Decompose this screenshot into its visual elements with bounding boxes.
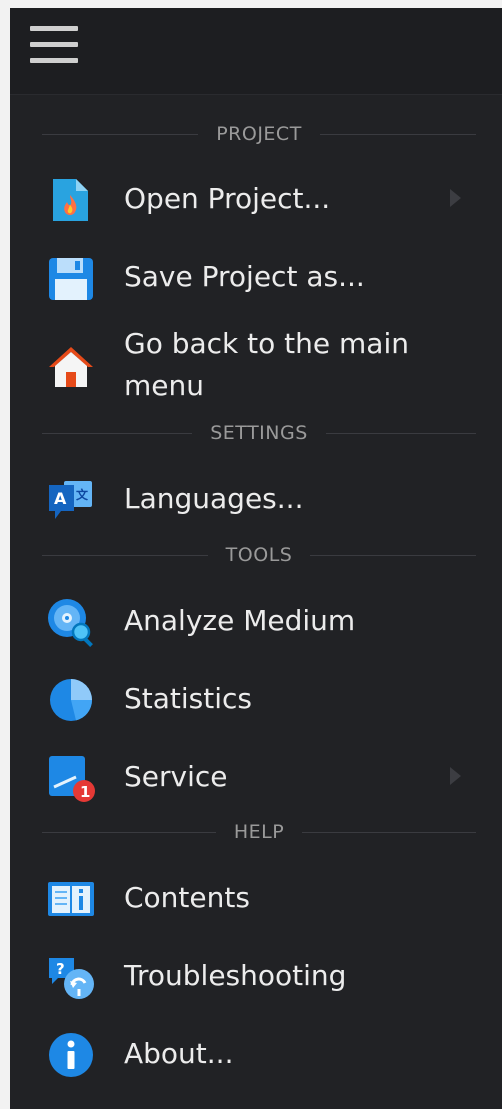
troubleshooting-item[interactable]: ? Troubleshooting [10, 940, 502, 1010]
statistics-label: Statistics [124, 681, 252, 715]
section-tools: TOOLS [42, 540, 477, 570]
statistics-item[interactable]: Statistics [10, 663, 502, 733]
service-notification-icon: 1 [49, 756, 95, 802]
divider [302, 831, 476, 833]
save-project-label: Save Project as... [124, 259, 365, 293]
section-title: PROJECT [216, 123, 302, 145]
disc-magnifier-icon [48, 599, 93, 647]
section-title: TOOLS [225, 544, 293, 566]
open-project-item[interactable]: Open Project... [10, 163, 502, 233]
question-bubbles-icon: ? [49, 958, 94, 999]
badge-count: 1 [80, 783, 90, 801]
hamburger-menu-icon[interactable] [30, 26, 78, 66]
section-title: SETTINGS [210, 422, 308, 444]
languages-item[interactable]: A 文 Languages... [10, 463, 502, 533]
pie-chart-icon [50, 679, 92, 721]
divider [310, 554, 477, 556]
main-menu-label: Go back to the main menu [124, 327, 409, 402]
analyze-medium-label: Analyze Medium [124, 603, 356, 637]
divider [42, 133, 199, 135]
side-menu: PROJECT Open Project... Save Project as.… [10, 8, 502, 1109]
info-icon [49, 1033, 93, 1077]
service-label: Service [124, 759, 228, 793]
divider [325, 432, 477, 434]
troubleshooting-label: Troubleshooting [124, 958, 347, 992]
main-menu-item[interactable]: Go back to the main menu [10, 319, 502, 411]
svg-text:文: 文 [76, 487, 89, 502]
menu-header [10, 8, 502, 95]
section-help: HELP [42, 817, 476, 847]
analyze-medium-item[interactable]: Analyze Medium [10, 585, 502, 655]
book-info-icon [48, 882, 94, 916]
contents-label: Contents [124, 880, 250, 914]
service-item[interactable]: 1 Service [10, 741, 502, 811]
svg-text:?: ? [56, 960, 65, 978]
save-project-item[interactable]: Save Project as... [10, 241, 502, 311]
section-title: HELP [233, 821, 285, 843]
section-settings: SETTINGS [42, 418, 477, 448]
open-project-label: Open Project... [124, 181, 331, 215]
translate-icon: A 文 [49, 481, 92, 519]
languages-label: Languages... [124, 481, 304, 515]
about-item[interactable]: About... [10, 1018, 502, 1088]
submenu-arrow-icon [450, 767, 461, 785]
divider [319, 133, 477, 135]
divider [42, 831, 216, 833]
divider [42, 554, 208, 556]
submenu-arrow-icon [450, 189, 461, 207]
floppy-disk-icon [49, 258, 93, 300]
svg-text:A: A [54, 489, 67, 508]
section-project: PROJECT [42, 119, 477, 149]
divider [42, 432, 193, 434]
home-icon [49, 347, 93, 387]
open-file-icon [53, 179, 88, 221]
contents-item[interactable]: Contents [10, 862, 502, 932]
about-label: About... [124, 1036, 234, 1070]
